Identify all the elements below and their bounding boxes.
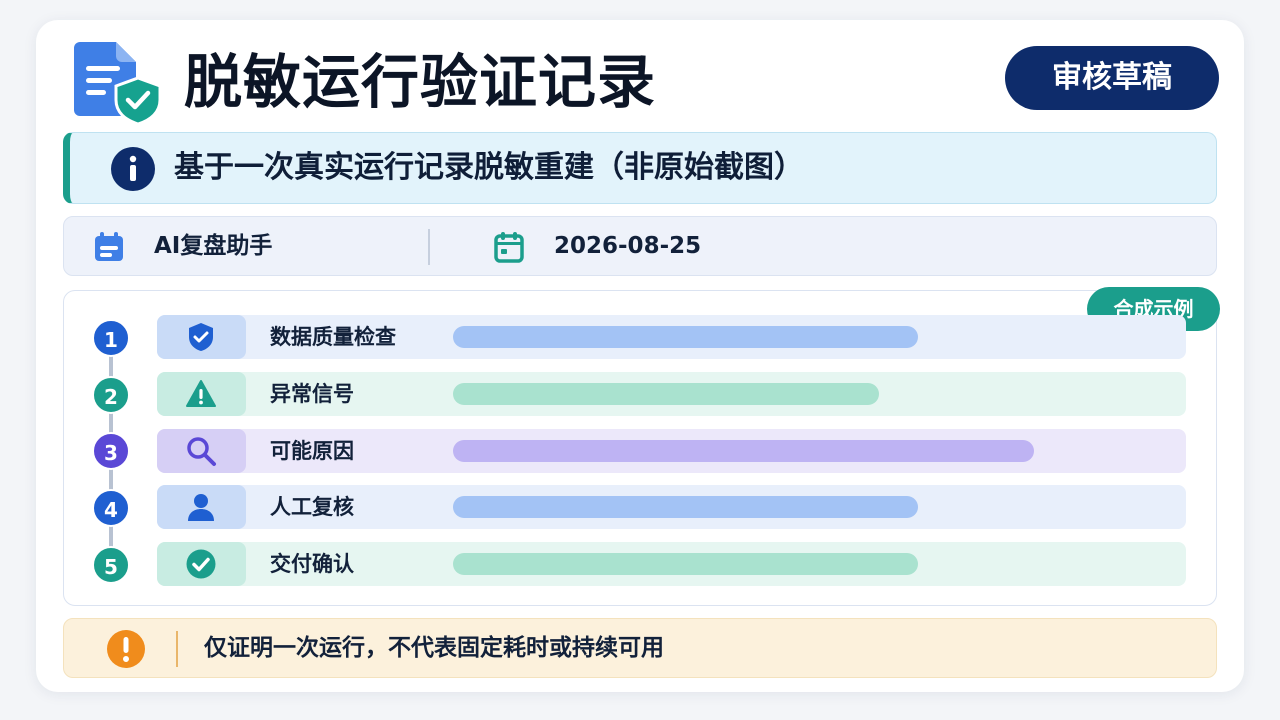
meta-bar: AI复盘助手 2026-08-25	[63, 216, 1217, 276]
step-number: 2	[92, 376, 130, 414]
calendar-icon	[95, 232, 123, 261]
step-row-data-quality[interactable]: 数据质量检查	[157, 315, 1186, 359]
step-progress-bar	[453, 496, 918, 518]
notice-text: 仅证明一次运行，不代表固定耗时或持续可用	[204, 635, 664, 661]
page-title: 脱敏运行验证记录	[184, 48, 657, 116]
step-progress-bar	[453, 326, 918, 348]
calendar-icon	[494, 232, 524, 263]
step-row-manual-review[interactable]: 人工复核	[157, 485, 1186, 529]
author-name: AI复盘助手	[154, 233, 273, 259]
shield-check-icon	[189, 323, 213, 351]
warning-icon	[186, 380, 216, 407]
step-progress-bar	[453, 383, 879, 405]
step-number: 3	[92, 432, 130, 470]
step-label: 人工复核	[270, 495, 354, 519]
record-date: 2026-08-25	[554, 233, 702, 259]
step-label: 异常信号	[270, 382, 354, 406]
notice-bar: 仅证明一次运行，不代表固定耗时或持续可用	[63, 618, 1217, 678]
step-number: 1	[92, 319, 130, 357]
step-row-anomaly-signal[interactable]: 异常信号	[157, 372, 1186, 416]
step-progress-bar	[453, 553, 918, 575]
user-icon	[188, 494, 214, 521]
search-icon	[187, 437, 216, 466]
notice-divider	[176, 631, 178, 667]
step-number: 5	[92, 546, 130, 584]
step-label: 数据质量检查	[270, 325, 396, 349]
info-banner: 基于一次真实运行记录脱敏重建（非原始截图）	[63, 132, 1217, 204]
step-row-delivery-confirm[interactable]: 交付确认	[157, 542, 1186, 586]
document-shield-icon	[74, 42, 162, 124]
step-label: 可能原因	[270, 439, 354, 463]
step-label: 交付确认	[270, 552, 354, 576]
info-icon	[111, 147, 155, 191]
review-draft-button[interactable]: 审核草稿	[1005, 46, 1219, 110]
check-circle-icon	[186, 549, 216, 579]
step-progress-bar	[453, 440, 1034, 462]
step-row-possible-cause[interactable]: 可能原因	[157, 429, 1186, 473]
step-number: 4	[92, 489, 130, 527]
exclamation-icon	[107, 630, 145, 668]
meta-divider	[428, 229, 430, 265]
info-banner-text: 基于一次真实运行记录脱敏重建（非原始截图）	[174, 150, 804, 185]
